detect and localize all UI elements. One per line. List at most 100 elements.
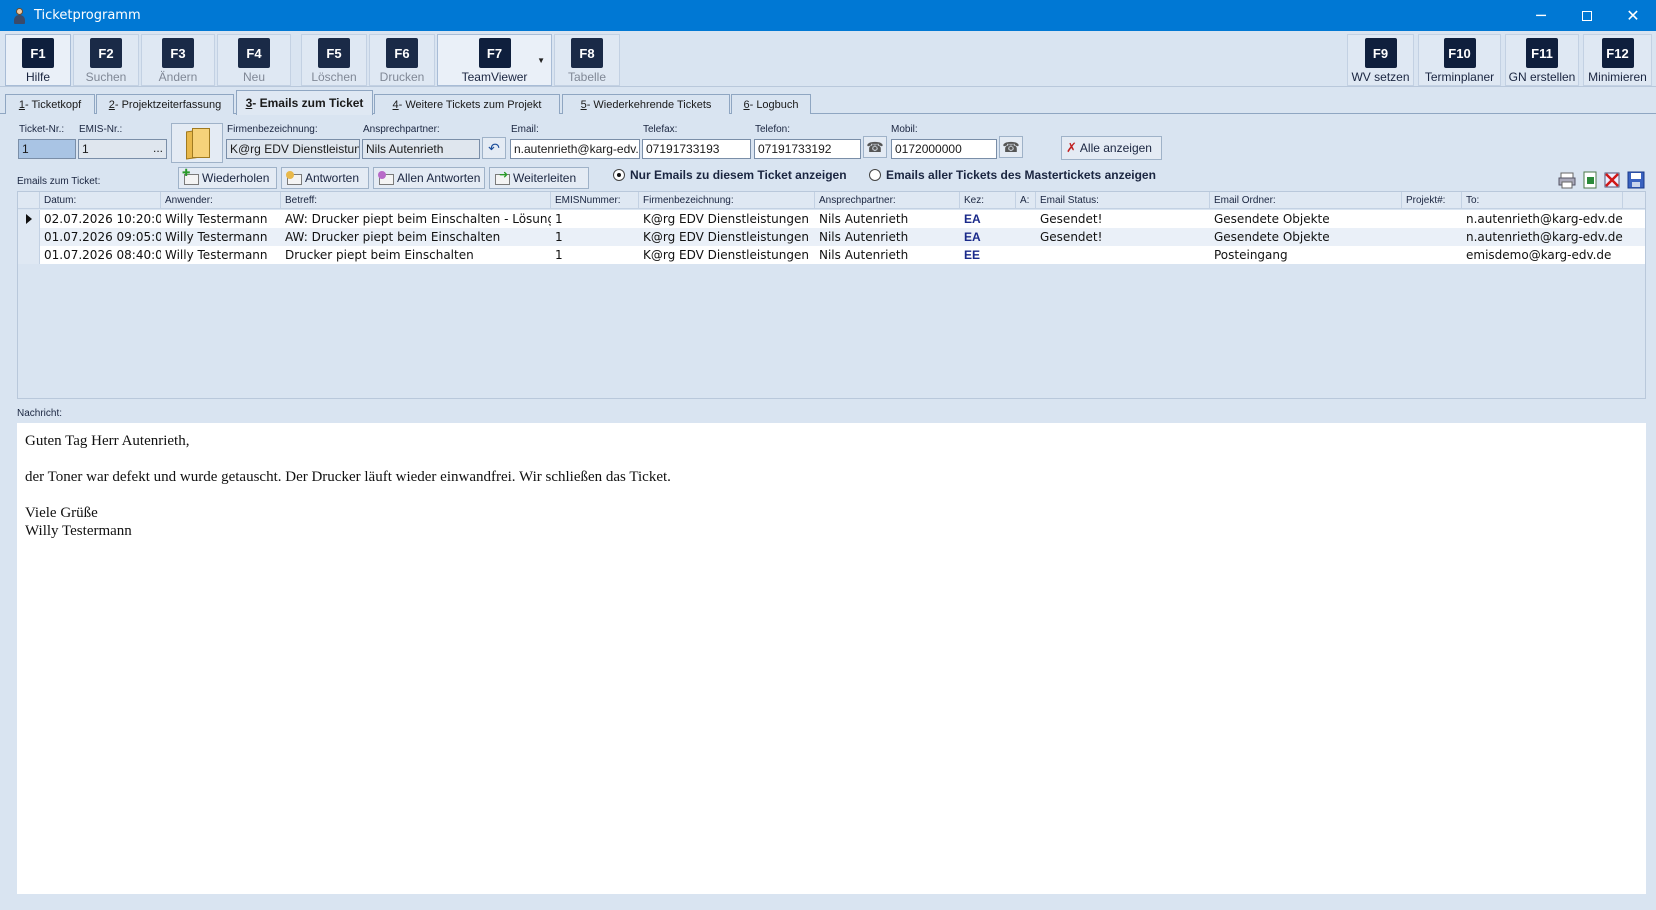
row-selector[interactable] (18, 246, 40, 264)
cell-emisnummer: 1 (555, 212, 563, 226)
current-row-icon (26, 214, 32, 224)
f9-key: F9 (1364, 38, 1397, 68)
emis-lookup-button[interactable]: ... (153, 141, 163, 155)
f12-minimize-button[interactable]: F12 Minimieren (1583, 34, 1652, 86)
emis-nr-field[interactable]: 1... (78, 139, 167, 159)
cell-status: Gesendet! (1040, 212, 1103, 226)
tab-weitere-tickets[interactable]: 4 - Weitere Tickets zum Projekt (374, 94, 560, 114)
undo-button[interactable]: ↶ (482, 137, 506, 159)
grid-header: Datum: Anwender: Betreff: EMISNummer: Fi… (18, 192, 1645, 209)
telefon-field[interactable]: 07191733192 (754, 139, 861, 159)
save-icon[interactable] (1627, 171, 1645, 189)
row-selector[interactable] (18, 210, 40, 228)
message-text: der Toner war defekt und wurde getauscht… (25, 469, 671, 485)
dial-mobil-button[interactable]: ☎ (999, 136, 1023, 158)
col-emisnummer[interactable]: EMISNummer: (551, 192, 639, 209)
col-ansprechpartner[interactable]: Ansprechpartner: (815, 192, 960, 209)
col-email-status[interactable]: Email Status: (1036, 192, 1210, 209)
folder-button[interactable] (171, 123, 223, 163)
cell-anwender: Willy Testermann (165, 230, 268, 244)
f4-new-button[interactable]: F4 Neu (217, 34, 291, 86)
f8-table-button[interactable]: F8 Tabelle (554, 34, 620, 86)
maximize-icon (1582, 10, 1592, 21)
allen-antworten-button[interactable]: Allen Antworten (373, 167, 485, 189)
dropdown-arrow-icon[interactable]: ▼ (537, 56, 545, 65)
f10-scheduler-button[interactable]: F10 Terminplaner (1418, 34, 1501, 86)
cell-ansprech: Nils Autenrieth (819, 212, 909, 226)
cell-to: n.autenrieth@karg-edv.de (1466, 230, 1623, 244)
app-icon (12, 7, 26, 24)
col-betreff[interactable]: Betreff: (281, 192, 551, 209)
tab-ticketkopf[interactable]: 1 - Ticketkopf (5, 94, 95, 114)
email-field[interactable]: n.autenrieth@karg-edv.de (510, 139, 640, 159)
mobil-field[interactable]: 0172000000 (891, 139, 997, 159)
f11-gn-button[interactable]: F11 GN erstellen (1505, 34, 1579, 86)
cell-datum: 02.07.2026 10:20:00 (44, 212, 161, 226)
f9-wv-button[interactable]: F9 WV setzen (1347, 34, 1414, 86)
col-kez[interactable]: Kez: (960, 192, 1016, 209)
radio-nur-ticket[interactable]: Nur Emails zu diesem Ticket anzeigen (613, 168, 847, 182)
col-datum[interactable]: Datum: (40, 192, 161, 209)
f6-key: F6 (386, 38, 418, 68)
cell-projekt (1402, 228, 1462, 246)
cell-emisnummer: 1 (555, 230, 563, 244)
weiterleiten-button[interactable]: Weiterleiten (489, 167, 589, 189)
wiederholen-button[interactable]: Wiederholen (178, 167, 277, 189)
telefax-field[interactable]: 07191733193 (642, 139, 751, 159)
cell-to: emisdemo@karg-edv.de (1466, 248, 1612, 262)
f7-label: TeamViewer (461, 70, 528, 84)
ansprech-field[interactable]: Nils Autenrieth (362, 139, 480, 159)
mobil-label: Mobil: (891, 124, 918, 135)
close-button[interactable]: ✕ (1610, 0, 1656, 31)
f1-help-button[interactable]: F1 Hilfe (5, 34, 71, 86)
tab-projektzeiterfassung[interactable]: 2 - Projektzeiterfassung (96, 94, 234, 114)
radio-checked-icon (613, 169, 625, 181)
forward-icon (494, 168, 510, 185)
function-key-toolbar: F1 Hilfe F2 Suchen F3 Ändern F4 Neu F5 Lösche… (0, 31, 1656, 87)
maximize-button[interactable] (1564, 0, 1610, 31)
alle-anzeigen-button[interactable]: ✗ Alle anzeigen (1061, 136, 1162, 160)
col-to[interactable]: To: (1462, 192, 1623, 209)
col-a[interactable]: A: (1016, 192, 1036, 209)
ticket-nr-field[interactable]: 1 (18, 139, 76, 159)
emails-grid: Datum: Anwender: Betreff: EMISNummer: Fi… (17, 191, 1646, 399)
cell-firma: K@rg EDV Dienstleistungen (643, 230, 810, 244)
f12-key: F12 (1601, 38, 1634, 68)
f9-label: WV setzen (1351, 70, 1410, 84)
cell-ansprech: Nils Autenrieth (819, 230, 909, 244)
export-excel-icon[interactable] (1581, 171, 1599, 189)
firma-label: Firmenbezeichnung: (227, 124, 318, 135)
col-projekt[interactable]: Projekt#: (1402, 192, 1462, 209)
tab-logbuch[interactable]: 6 - Logbuch (731, 94, 811, 114)
radio-alle-tickets[interactable]: Emails aller Tickets des Mastertickets a… (869, 168, 1156, 182)
message-body[interactable]: Guten Tag Herr Autenrieth, der Toner war… (17, 423, 1646, 894)
f7-teamviewer-button[interactable]: F7 TeamViewer ▼ (437, 34, 552, 86)
reply-all-icon (378, 171, 394, 185)
firma-field[interactable]: K@rg EDV Dienstleistungen (226, 139, 360, 159)
minimize-button[interactable]: ─ (1518, 0, 1564, 31)
row-selector[interactable] (18, 228, 40, 246)
col-firmenbezeichnung[interactable]: Firmenbezeichnung: (639, 192, 815, 209)
table-row[interactable]: 01.07.2026 09:05:00 Willy Testermann AW:… (18, 228, 1645, 246)
table-row[interactable]: 01.07.2026 08:40:00 Willy Testermann Dru… (18, 246, 1645, 264)
f2-label: Suchen (85, 70, 127, 84)
cell-ordner: Gesendete Objekte (1214, 212, 1330, 226)
telefon-label: Telefon: (755, 124, 791, 135)
print-icon[interactable] (1558, 171, 1576, 189)
f5-delete-button[interactable]: F5 Löschen (301, 34, 367, 86)
cell-betreff: AW: Drucker piept beim Einschalten (285, 230, 501, 244)
antworten-button[interactable]: Antworten (281, 167, 369, 189)
col-anwender[interactable]: Anwender: (161, 192, 281, 209)
f6-print-button[interactable]: F6 Drucken (369, 34, 435, 86)
tab-emails-zum-ticket[interactable]: 3 - Emails zum Ticket (236, 90, 373, 115)
f2-search-button[interactable]: F2 Suchen (73, 34, 139, 86)
cell-a (1016, 228, 1036, 246)
cell-a (1016, 210, 1036, 228)
tab-wiederkehrende-tickets[interactable]: 5 - Wiederkehrende Tickets (562, 94, 730, 114)
f3-edit-button[interactable]: F3 Ändern (141, 34, 215, 86)
radio-unchecked-icon (869, 169, 881, 181)
dial-telefon-button[interactable]: ☎ (863, 136, 887, 158)
col-email-ordner[interactable]: Email Ordner: (1210, 192, 1402, 209)
delete-icon[interactable] (1603, 171, 1621, 189)
table-row[interactable]: 02.07.2026 10:20:00 Willy Testermann AW:… (18, 210, 1645, 228)
